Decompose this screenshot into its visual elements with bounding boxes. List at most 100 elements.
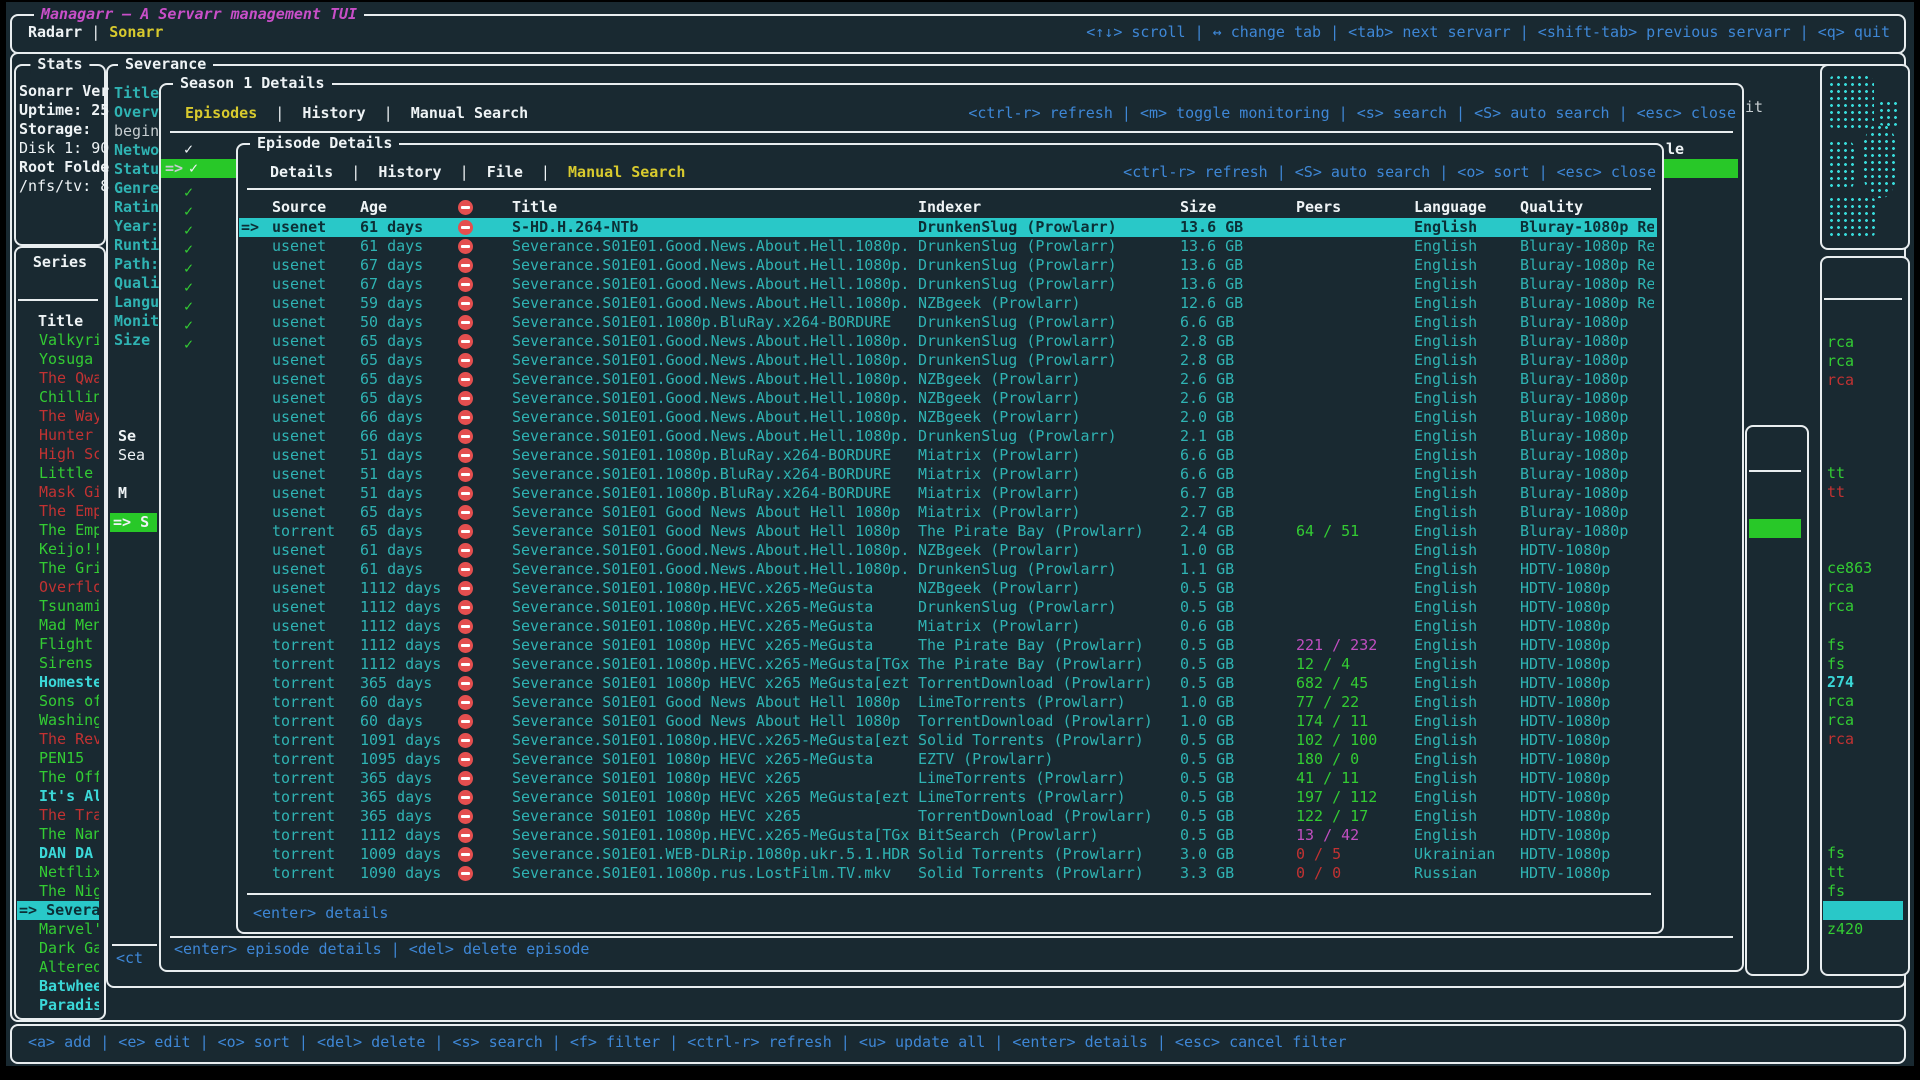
library-item[interactable]: The Gri: [17, 559, 99, 578]
cell-age: 60 days: [360, 712, 423, 731]
library-item[interactable]: High Sc: [17, 445, 99, 464]
library-item[interactable]: Mask Gi: [17, 483, 99, 502]
table-row[interactable]: torrent365 daysSeverance S01E01 1080p HE…: [239, 769, 1657, 788]
tab-library[interactable]: Library |: [19, 273, 136, 292]
library-item[interactable]: The Qwa: [17, 369, 99, 388]
episode-monitored-icon[interactable]: ✓: [184, 335, 193, 354]
tab-sonarr[interactable]: Sonarr: [109, 23, 163, 41]
season-tab-manual-search[interactable]: Manual Search: [411, 104, 528, 122]
library-item[interactable]: The Nan: [17, 825, 99, 844]
library-item[interactable]: It's Al: [17, 787, 99, 806]
library-item[interactable]: Sons of: [17, 692, 99, 711]
library-item[interactable]: Homeste: [17, 673, 99, 692]
no-entry-icon: [458, 277, 473, 292]
table-row[interactable]: usenet51 daysSeverance.S01E01.1080p.BluR…: [239, 465, 1657, 484]
table-row[interactable]: usenet66 daysSeverance.S01E01.Good.News.…: [239, 427, 1657, 446]
library-item-selected[interactable]: => Severan: [17, 901, 99, 920]
table-row[interactable]: usenet1112 daysSeverance.S01E01.1080p.HE…: [239, 598, 1657, 617]
library-item[interactable]: Keijo!!: [17, 540, 99, 559]
library-item[interactable]: Valkyri: [17, 331, 99, 350]
library-item[interactable]: Altered: [17, 958, 99, 977]
episode-tab-manual-search[interactable]: Manual Search: [568, 163, 685, 181]
season-tab-episodes[interactable]: Episodes: [185, 104, 257, 122]
library-item[interactable]: The Tra: [17, 806, 99, 825]
episode-tab-history[interactable]: History: [378, 163, 441, 181]
table-row[interactable]: usenet61 daysSeverance.S01E01.Good.News.…: [239, 237, 1657, 256]
library-item[interactable]: Sirens: [17, 654, 99, 673]
table-row[interactable]: usenet59 daysSeverance.S01E01.Good.News.…: [239, 294, 1657, 313]
library-item[interactable]: The Emp: [17, 521, 99, 540]
library-item[interactable]: Paradis: [17, 996, 99, 1015]
episode-monitored-icon[interactable]: ✓: [184, 278, 193, 297]
table-row[interactable]: usenet51 daysSeverance.S01E01.1080p.BluR…: [239, 446, 1657, 465]
library-item[interactable]: The Off: [17, 768, 99, 787]
table-row[interactable]: usenet65 daysSeverance.S01E01.Good.News.…: [239, 389, 1657, 408]
column-header-peers[interactable]: Peers: [1296, 198, 1341, 217]
table-row[interactable]: =>usenet61 daysS-HD.H.264-NTbDrunkenSlug…: [239, 218, 1657, 237]
library-item[interactable]: DAN DA: [17, 844, 99, 863]
table-row[interactable]: torrent1112 daysSeverance S01E01 1080p H…: [239, 636, 1657, 655]
episode-monitored-icon[interactable]: ✓: [184, 221, 193, 240]
episode-monitored-icon[interactable]: ✓: [184, 316, 193, 335]
episode-tab-file[interactable]: File: [487, 163, 523, 181]
table-row[interactable]: torrent1112 daysSeverance.S01E01.1080p.H…: [239, 655, 1657, 674]
column-header-source[interactable]: Source: [272, 198, 326, 217]
table-row[interactable]: usenet61 daysSeverance.S01E01.Good.News.…: [239, 541, 1657, 560]
library-item[interactable]: Tsunami: [17, 597, 99, 616]
episode-monitored-icon[interactable]: ✓: [184, 240, 193, 259]
table-row[interactable]: usenet67 daysSeverance.S01E01.Good.News.…: [239, 275, 1657, 294]
table-row[interactable]: torrent60 daysSeverance S01E01 Good News…: [239, 693, 1657, 712]
table-row[interactable]: torrent1112 daysSeverance.S01E01.1080p.H…: [239, 826, 1657, 845]
column-header-age[interactable]: Age: [360, 198, 387, 217]
column-header-title[interactable]: Title: [512, 198, 557, 217]
table-row[interactable]: usenet65 daysSeverance.S01E01.Good.News.…: [239, 332, 1657, 351]
episode-monitored-icon[interactable]: ✓: [184, 259, 193, 278]
library-item[interactable]: PEN15: [17, 749, 99, 768]
table-row[interactable]: usenet65 daysSeverance.S01E01.Good.News.…: [239, 370, 1657, 389]
table-row[interactable]: torrent365 daysSeverance S01E01 1080p HE…: [239, 674, 1657, 693]
library-item[interactable]: The Way: [17, 407, 99, 426]
column-header-indexer[interactable]: Indexer: [918, 198, 981, 217]
column-header-quality[interactable]: Quality: [1520, 198, 1583, 217]
library-item[interactable]: Netflix: [17, 863, 99, 882]
table-row[interactable]: torrent365 daysSeverance S01E01 1080p HE…: [239, 807, 1657, 826]
episode-monitored-icon[interactable]: ✓: [184, 297, 193, 316]
episode-tab-details[interactable]: Details: [270, 163, 333, 181]
table-row[interactable]: usenet66 daysSeverance.S01E01.Good.News.…: [239, 408, 1657, 427]
table-row[interactable]: usenet67 daysSeverance.S01E01.Good.News.…: [239, 256, 1657, 275]
library-item[interactable]: Mad Men: [17, 616, 99, 635]
table-row[interactable]: torrent60 daysSeverance S01E01 Good News…: [239, 712, 1657, 731]
library-item[interactable]: Little: [17, 464, 99, 483]
table-row[interactable]: usenet50 daysSeverance.S01E01.1080p.BluR…: [239, 313, 1657, 332]
library-item[interactable]: Dark Ga: [17, 939, 99, 958]
table-row[interactable]: usenet65 daysSeverance.S01E01.Good.News.…: [239, 351, 1657, 370]
library-item[interactable]: The Emp: [17, 502, 99, 521]
library-item[interactable]: The Nig: [17, 882, 99, 901]
table-row[interactable]: usenet1112 daysSeverance.S01E01.1080p.HE…: [239, 579, 1657, 598]
table-row[interactable]: torrent1091 daysSeverance.S01E01.1080p.H…: [239, 731, 1657, 750]
column-header-size[interactable]: Size: [1180, 198, 1216, 217]
library-item[interactable]: Chillin: [17, 388, 99, 407]
library-item[interactable]: Flight: [17, 635, 99, 654]
column-header-language[interactable]: Language: [1414, 198, 1486, 217]
library-item[interactable]: Batwhee: [17, 977, 99, 996]
library-item[interactable]: The Rev: [17, 730, 99, 749]
table-row[interactable]: usenet51 daysSeverance.S01E01.1080p.BluR…: [239, 484, 1657, 503]
table-row[interactable]: torrent1009 daysSeverance.S01E01.WEB-DLR…: [239, 845, 1657, 864]
library-item[interactable]: Marvel': [17, 920, 99, 939]
table-row[interactable]: usenet1112 daysSeverance.S01E01.1080p.HE…: [239, 617, 1657, 636]
season-tab-history[interactable]: History: [302, 104, 365, 122]
selected-season-row-fragment[interactable]: => S: [110, 513, 157, 532]
table-row[interactable]: usenet65 daysSeverance S01E01 Good News …: [239, 503, 1657, 522]
table-row[interactable]: torrent1090 daysSeverance.S01E01.1080p.r…: [239, 864, 1657, 883]
table-row[interactable]: torrent65 daysSeverance S01E01 Good News…: [239, 522, 1657, 541]
library-item[interactable]: Washing: [17, 711, 99, 730]
tab-radarr[interactable]: Radarr: [28, 23, 82, 41]
library-item[interactable]: Yosuga: [17, 350, 99, 369]
table-row[interactable]: torrent1095 daysSeverance S01E01 1080p H…: [239, 750, 1657, 769]
no-entry-icon: [458, 429, 473, 444]
table-row[interactable]: usenet61 daysSeverance.S01E01.Good.News.…: [239, 560, 1657, 579]
library-item[interactable]: Overflo: [17, 578, 99, 597]
library-item[interactable]: Hunter: [17, 426, 99, 445]
table-row[interactable]: torrent365 daysSeverance S01E01 1080p HE…: [239, 788, 1657, 807]
